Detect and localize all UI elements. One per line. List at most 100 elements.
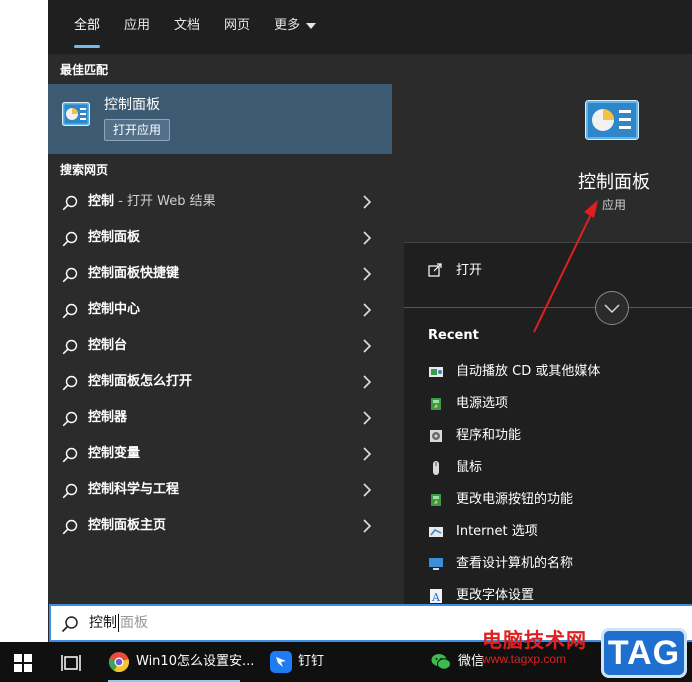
recent-item-label: 更改电源按钮的功能 [456, 492, 574, 507]
recent-item[interactable]: A 更改字体设置 [404, 580, 692, 604]
chevron-right-icon [363, 519, 372, 533]
recent-item[interactable]: 更改电源按钮的功能 [404, 484, 692, 516]
power-button-icon [431, 494, 441, 506]
web-result-item[interactable]: 控制中心 [48, 292, 392, 328]
search-icon [61, 616, 78, 633]
computer-name-icon [429, 558, 443, 570]
recent-item[interactable]: Internet 选项 [404, 516, 692, 548]
web-result-item[interactable]: 控制面板 [48, 220, 392, 256]
web-result-label: 控制变量 [88, 446, 141, 461]
recent-item-label: 自动播放 CD 或其他媒体 [456, 364, 601, 379]
web-result-label: 控制面板怎么打开 [88, 374, 193, 389]
tab-apps[interactable]: 应用 [112, 0, 162, 54]
search-icon [62, 303, 78, 319]
chevron-right-icon [363, 195, 372, 209]
web-search-header: 搜索网页 [60, 163, 109, 177]
chrome-icon [108, 652, 129, 673]
taskbar-app-browser[interactable]: Win10怎么设置安... [108, 642, 254, 682]
chevron-right-icon [363, 375, 372, 389]
open-app-button[interactable]: 打开应用 [104, 119, 171, 141]
recent-item[interactable]: 电源选项 [404, 388, 692, 420]
watermark-tag: TAG [601, 628, 687, 678]
web-result-item[interactable]: 控制面板快捷键 [48, 256, 392, 292]
search-icon [62, 375, 78, 391]
search-icon [62, 339, 78, 355]
web-result-item[interactable]: 控制面板怎么打开 [48, 364, 392, 400]
recent-item[interactable]: 程序和功能 [404, 420, 692, 452]
tab-web[interactable]: 网页 [212, 0, 262, 54]
chevron-down-icon [306, 22, 317, 29]
recent-item[interactable]: 自动播放 CD 或其他媒体 [404, 356, 692, 388]
recent-item-label: 查看设计算机的名称 [456, 556, 574, 571]
web-result-label: 控制 - 打开 Web 结果 [88, 194, 216, 209]
recent-item-label: 鼠标 [456, 460, 483, 475]
web-result-item[interactable]: 控制科学与工程 [48, 472, 392, 508]
watermark: 电脑技术网 www.tagxp.com TAG [470, 624, 692, 682]
web-result-label: 控制中心 [88, 302, 141, 317]
taskbar-app-label: Win10怎么设置安... [136, 654, 255, 669]
chevron-right-icon [363, 231, 372, 245]
web-result-item[interactable]: 控制 - 打开 Web 结果 [48, 184, 392, 220]
task-view-icon[interactable] [60, 653, 82, 673]
tab-more[interactable]: 更多 [262, 0, 328, 54]
open-icon [428, 263, 442, 277]
watermark-url: www.tagxp.com [482, 652, 567, 666]
chevron-right-icon [363, 447, 372, 461]
text-caret [118, 614, 119, 632]
web-result-label: 控制器 [88, 410, 128, 425]
web-result-label: 控制面板 [88, 230, 141, 245]
search-icon [62, 267, 78, 283]
best-match-header: 最佳匹配 [60, 63, 109, 77]
recent-item-label: 程序和功能 [456, 428, 522, 443]
filter-tabs: 全部 应用 文档 网页 更多 [48, 0, 692, 54]
search-icon [62, 447, 78, 463]
font-icon: A [430, 589, 442, 604]
recent-item-label: Internet 选项 [456, 524, 538, 539]
wechat-icon [431, 654, 451, 670]
search-suggestion: 面板 [120, 615, 148, 631]
open-label: 打开 [456, 263, 483, 278]
search-icon [62, 483, 78, 499]
mouse-icon [433, 461, 439, 475]
recent-header: Recent [428, 328, 479, 343]
web-result-item[interactable]: 控制器 [48, 400, 392, 436]
web-result-item[interactable]: 控制变量 [48, 436, 392, 472]
best-match-item[interactable]: 控制面板 打开应用 [48, 84, 392, 154]
autoplay-icon [429, 367, 443, 377]
control-panel-icon [62, 102, 90, 126]
programs-icon [430, 430, 442, 442]
desktop-background [0, 0, 48, 642]
annotation-arrow [533, 200, 598, 333]
web-results-list: 控制 - 打开 Web 结果 控制面板控制面板快捷键 控制中心控制台控制面板怎么打开… [48, 184, 392, 544]
search-icon [62, 411, 78, 427]
recent-item-label: 更改字体设置 [456, 588, 535, 603]
recent-item-label: 电源选项 [456, 396, 509, 411]
web-result-label: 控制面板主页 [88, 518, 167, 533]
watermark-title: 电脑技术网 [482, 628, 587, 652]
taskbar-app-dingtalk[interactable]: 钉钉 [270, 642, 340, 682]
recent-list: 自动播放 CD 或其他媒体 电源选项程序和功能鼠标更改电源按钮的功能 Interne… [404, 356, 692, 604]
chevron-right-icon [363, 267, 372, 281]
chevron-right-icon [363, 303, 372, 317]
web-result-item[interactable]: 控制面板主页 [48, 508, 392, 544]
search-icon [62, 231, 78, 247]
recent-item[interactable]: 鼠标 [404, 452, 692, 484]
control-panel-large-icon [585, 100, 639, 140]
results-pane: 最佳匹配 控制面板 打开应用 搜索网页 控制 - 打开 Web 结果 控制面板 控制… [48, 54, 392, 604]
search-icon [62, 519, 78, 535]
web-result-item[interactable]: 控制台 [48, 328, 392, 364]
svg-text:A: A [431, 591, 441, 604]
chevron-right-icon [363, 411, 372, 425]
tab-documents[interactable]: 文档 [162, 0, 212, 54]
web-result-label: 控制面板快捷键 [88, 266, 180, 281]
internet-options-icon [429, 527, 443, 537]
chevron-right-icon [363, 339, 372, 353]
recent-item[interactable]: 查看设计算机的名称 [404, 548, 692, 580]
tab-all[interactable]: 全部 [62, 0, 112, 54]
best-match-title: 控制面板 [104, 97, 160, 113]
dingtalk-icon [270, 651, 292, 673]
web-result-label: 控制台 [88, 338, 128, 353]
web-result-label: 控制科学与工程 [88, 482, 180, 497]
chevron-right-icon [363, 483, 372, 497]
windows-start-icon[interactable] [14, 654, 32, 672]
